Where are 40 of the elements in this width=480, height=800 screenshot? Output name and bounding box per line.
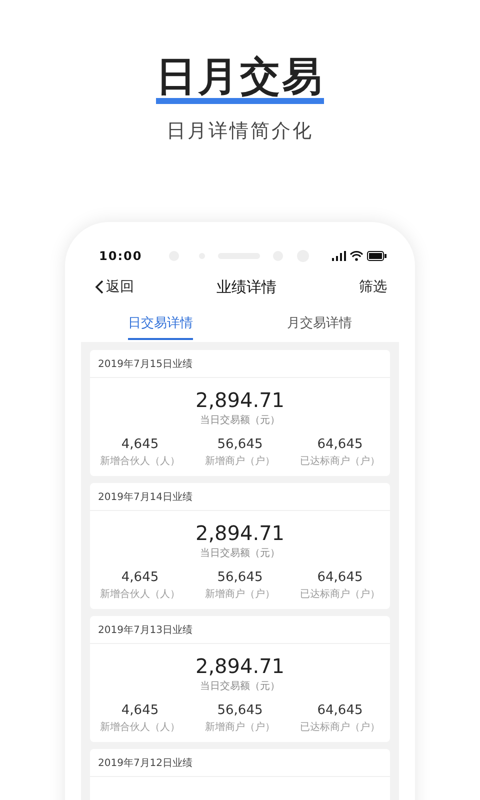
stat-value: 56,645	[217, 437, 263, 453]
stat-label: 已达标商户（户）	[300, 720, 380, 734]
card-date-title: 2019年7月14日业绩	[98, 490, 193, 504]
amount-value: 2,894.71	[195, 654, 285, 678]
stat-label: 新增商户（户）	[205, 454, 275, 468]
back-chevron-icon	[95, 280, 104, 294]
stat-value: 4,645	[121, 703, 159, 719]
wifi-icon	[350, 251, 363, 261]
stat-label: 已达标商户（户）	[300, 454, 380, 468]
tab[interactable]: 月交易详情	[240, 304, 399, 342]
amount-label: 当日交易额（元）	[200, 414, 280, 427]
stat-label: 新增合伙人（人）	[100, 454, 180, 468]
stat-value: 56,645	[217, 570, 263, 586]
amount-label: 当日交易额（元）	[200, 680, 280, 693]
stat-value: 56,645	[217, 703, 263, 719]
stat-label: 新增合伙人（人）	[100, 720, 180, 734]
page-subtitle: 日月详情简介化	[166, 119, 314, 144]
amount-label: 当日交易额（元）	[200, 546, 280, 560]
card-date-title: 2019年7月13日业绩	[98, 624, 193, 636]
card-date-title: 2019年7月15日业绩	[98, 358, 193, 370]
amount-value: 2,894.71	[195, 388, 285, 412]
battery-icon	[366, 251, 387, 261]
signal-icon	[332, 251, 346, 261]
stat-label: 新增商户（户）	[205, 720, 275, 734]
stat-label: 已达标商户（户）	[300, 588, 380, 601]
back-button[interactable]: 返回	[95, 278, 134, 296]
stat-label: 新增合伙人（人）	[100, 588, 180, 601]
stat-value: 64,645	[317, 570, 363, 586]
filter-button[interactable]: 筛选	[359, 278, 387, 296]
stat-value: 4,645	[121, 570, 159, 586]
card-date-title: 2019年7月12日业绩	[98, 756, 193, 770]
stat-value: 4,645	[121, 437, 159, 453]
amount-value: 2,894.71	[195, 521, 285, 545]
stat-value: 64,645	[317, 703, 363, 719]
tab[interactable]: 日交易详情	[81, 304, 240, 342]
stat-label: 新增商户（户）	[205, 588, 275, 601]
screen-title: 业绩详情	[216, 278, 276, 296]
page-title: 日月交易	[156, 56, 324, 98]
stat-value: 64,645	[317, 437, 363, 453]
status-time: 10:00	[99, 249, 142, 263]
